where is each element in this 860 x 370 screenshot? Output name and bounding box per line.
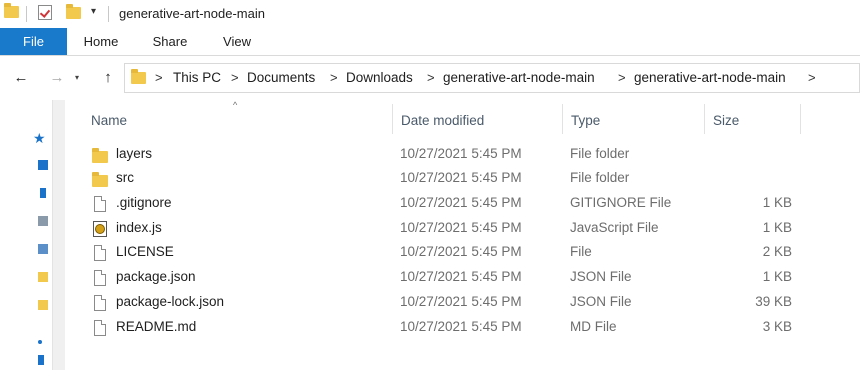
customize-dropdown-icon[interactable]: ▾ xyxy=(91,6,96,17)
breadcrumb-chevron-icon[interactable]: > xyxy=(231,70,239,85)
file-row[interactable]: README.md 10/27/2021 5:45 PM MD File 3 K… xyxy=(78,316,800,340)
file-row[interactable]: package-lock.json 10/27/2021 5:45 PM JSO… xyxy=(78,291,800,315)
file-size: 39 KB xyxy=(755,294,792,309)
breadcrumb-chevron-icon[interactable]: > xyxy=(618,70,626,85)
toolbar-divider xyxy=(108,6,109,22)
file-date-modified: 10/27/2021 5:45 PM xyxy=(400,319,522,334)
file-icon xyxy=(94,295,106,311)
file-name: README.md xyxy=(116,319,197,334)
folder-icon[interactable] xyxy=(38,272,48,282)
file-name: package.json xyxy=(116,269,196,284)
tab-home[interactable]: Home xyxy=(70,28,132,55)
file-row[interactable]: src 10/27/2021 5:45 PM File folder xyxy=(78,167,800,191)
file-name: package-lock.json xyxy=(116,294,225,309)
file-name: layers xyxy=(116,146,153,161)
file-icon xyxy=(94,270,106,286)
file-type: File folder xyxy=(570,170,630,185)
file-row[interactable]: package.json 10/27/2021 5:45 PM JSON Fil… xyxy=(78,266,800,290)
sort-ascending-icon: ^ xyxy=(233,100,238,110)
file-size: 1 KB xyxy=(762,269,792,284)
file-row[interactable]: layers 10/27/2021 5:45 PM File folder xyxy=(78,143,800,167)
tab-file[interactable]: File xyxy=(0,28,67,55)
tab-share[interactable]: Share xyxy=(138,28,202,55)
pictures-icon[interactable] xyxy=(38,244,48,254)
breadcrumb-folder[interactable]: generative-art-node-main xyxy=(443,70,595,85)
column-header-size[interactable]: Size xyxy=(713,110,739,132)
file-size: 2 KB xyxy=(762,244,792,259)
recent-locations-dropdown-icon[interactable]: ▾ xyxy=(75,73,87,83)
file-name: .gitignore xyxy=(116,195,172,210)
column-header-date-modified[interactable]: Date modified xyxy=(401,110,484,132)
file-name: LICENSE xyxy=(116,244,174,259)
javascript-file-icon xyxy=(93,221,107,237)
breadcrumb-this-pc[interactable]: This PC xyxy=(173,70,221,85)
documents-icon[interactable] xyxy=(38,216,48,226)
column-divider[interactable] xyxy=(392,104,393,134)
folder-icon[interactable] xyxy=(38,300,48,310)
file-size: 1 KB xyxy=(762,220,792,235)
column-divider[interactable] xyxy=(800,104,801,134)
file-row[interactable]: .gitignore 10/27/2021 5:45 PM GITIGNORE … xyxy=(78,192,800,216)
file-date-modified: 10/27/2021 5:45 PM xyxy=(400,195,522,210)
column-header-name[interactable]: Name xyxy=(91,110,127,132)
breadcrumb-chevron-icon[interactable]: > xyxy=(427,70,435,85)
folder-icon xyxy=(131,69,146,84)
desktop-icon[interactable] xyxy=(38,160,48,170)
file-date-modified: 10/27/2021 5:45 PM xyxy=(400,146,522,161)
file-date-modified: 10/27/2021 5:45 PM xyxy=(400,170,522,185)
forward-arrow-icon[interactable]: → xyxy=(48,69,66,87)
back-arrow-icon[interactable]: ← xyxy=(12,69,30,87)
properties-icon[interactable] xyxy=(38,5,52,20)
file-type: File folder xyxy=(570,146,630,161)
file-date-modified: 10/27/2021 5:45 PM xyxy=(400,244,522,259)
up-arrow-icon[interactable]: ↑ xyxy=(99,69,117,87)
file-type: JSON File xyxy=(570,269,632,284)
file-date-modified: 10/27/2021 5:45 PM xyxy=(400,294,522,309)
folder-icon xyxy=(92,148,108,163)
new-folder-icon[interactable] xyxy=(66,4,81,19)
file-icon xyxy=(94,245,106,261)
tab-view[interactable]: View xyxy=(208,28,266,55)
breadcrumb-chevron-icon[interactable]: > xyxy=(808,70,816,85)
file-date-modified: 10/27/2021 5:45 PM xyxy=(400,220,522,235)
downloads-icon[interactable] xyxy=(40,188,46,198)
file-row[interactable]: LICENSE 10/27/2021 5:45 PM File 2 KB xyxy=(78,241,800,265)
file-type: File xyxy=(570,244,592,259)
file-type: JavaScript File xyxy=(570,220,659,235)
breadcrumb-current-folder[interactable]: generative-art-node-main xyxy=(634,70,786,85)
toolbar-divider xyxy=(26,6,27,22)
column-header-type[interactable]: Type xyxy=(571,110,600,132)
file-name: src xyxy=(116,170,134,185)
file-type: JSON File xyxy=(570,294,632,309)
file-icon xyxy=(94,320,106,336)
this-pc-icon[interactable] xyxy=(38,355,44,365)
file-size: 1 KB xyxy=(762,195,792,210)
file-date-modified: 10/27/2021 5:45 PM xyxy=(400,269,522,284)
quick-access-star-icon[interactable]: ★ xyxy=(33,130,46,147)
breadcrumb-chevron-icon[interactable]: > xyxy=(155,70,163,85)
file-row[interactable]: index.js 10/27/2021 5:45 PM JavaScript F… xyxy=(78,217,800,241)
file-type: MD File xyxy=(570,319,617,334)
onedrive-icon[interactable] xyxy=(38,340,42,344)
column-divider[interactable] xyxy=(704,104,705,134)
column-divider[interactable] xyxy=(562,104,563,134)
folder-icon xyxy=(4,3,19,18)
window-title: generative-art-node-main xyxy=(119,6,265,21)
breadcrumb-downloads[interactable]: Downloads xyxy=(346,70,413,85)
breadcrumb-documents[interactable]: Documents xyxy=(247,70,315,85)
file-name: index.js xyxy=(116,220,162,235)
file-type: GITIGNORE File xyxy=(570,195,672,210)
file-size: 3 KB xyxy=(762,319,792,334)
folder-icon xyxy=(92,172,108,187)
breadcrumb-chevron-icon[interactable]: > xyxy=(330,70,338,85)
file-icon xyxy=(94,196,106,212)
navigation-pane-scrollbar[interactable] xyxy=(52,100,65,370)
